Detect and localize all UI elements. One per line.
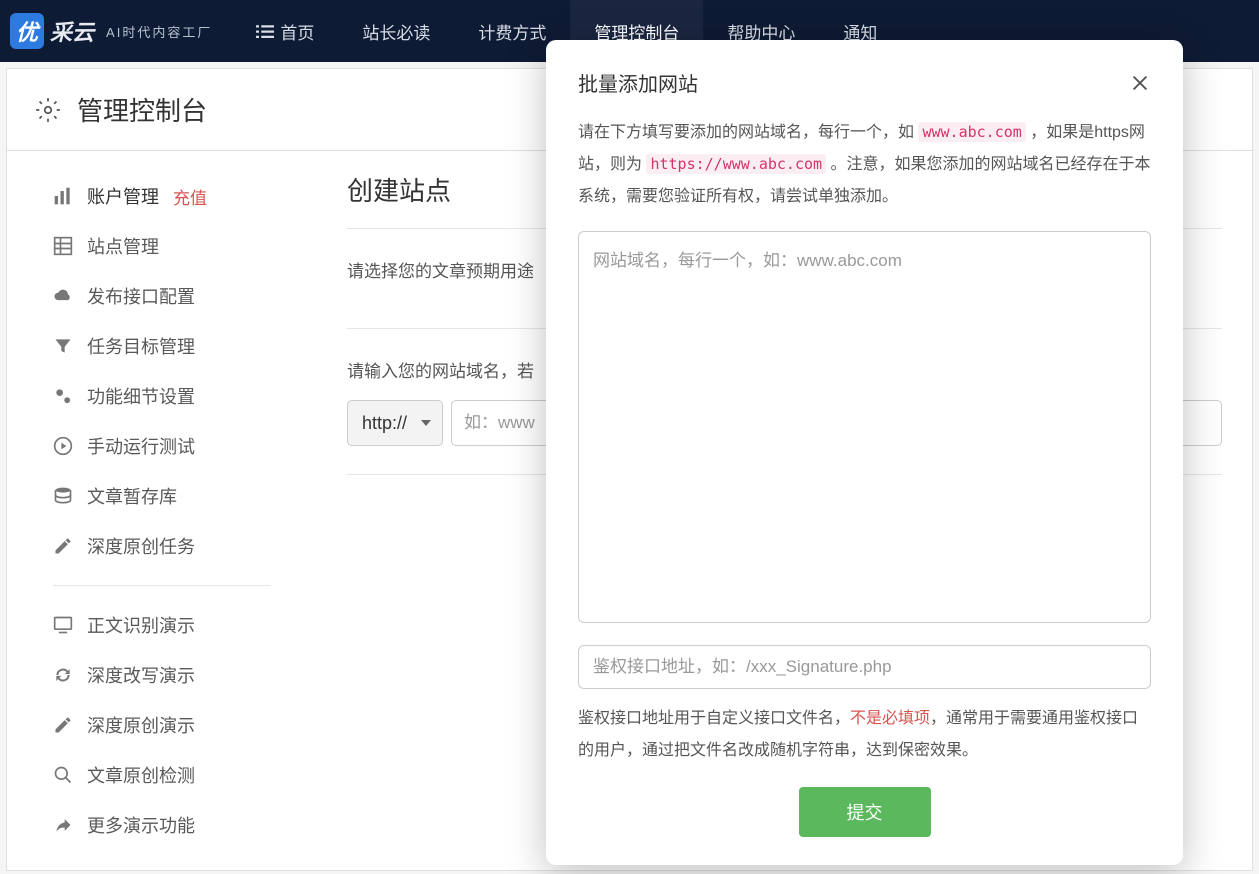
sidebar-label: 深度原创任务 [87, 533, 195, 559]
sidebar-label: 手动运行测试 [87, 433, 195, 459]
sidebar-label: 任务目标管理 [87, 333, 195, 359]
nav-label: 首页 [280, 19, 314, 44]
sidebar-item-publish[interactable]: 发布接口配置 [7, 271, 317, 321]
sidebar-item-tasks[interactable]: 任务目标管理 [7, 321, 317, 371]
panel-title: 管理控制台 [77, 91, 207, 128]
nav-label: 站长必读 [362, 19, 430, 44]
search-icon [53, 765, 73, 785]
sidebar-item-deep[interactable]: 深度原创任务 [7, 521, 317, 571]
sidebar-label: 账户管理 [87, 183, 159, 209]
gear-icon [35, 97, 61, 123]
refresh-icon [53, 665, 73, 685]
cogs-icon [53, 386, 73, 406]
filter-icon [53, 336, 73, 356]
sidebar-label: 文章暂存库 [87, 483, 177, 509]
example-https-code: https://www.abc.com [646, 154, 826, 174]
cloud-icon [53, 286, 73, 306]
sidebar-label: 正文识别演示 [87, 612, 195, 638]
logo-text: 采云 [50, 15, 94, 47]
chart-icon [53, 186, 73, 206]
play-icon [53, 436, 73, 456]
nav-webmaster[interactable]: 站长必读 [338, 0, 454, 62]
sidebar-demo-detect[interactable]: 文章原创检测 [7, 750, 317, 800]
edit-icon [53, 536, 73, 556]
sidebar-demo-more[interactable]: 更多演示功能 [7, 800, 317, 850]
sidebar-demo-original[interactable]: 深度原创演示 [7, 700, 317, 750]
sidebar: 账户管理 充值 站点管理 发布接口配置 任务目标管理 功能细节设置 手动运 [7, 151, 317, 870]
close-icon [1129, 72, 1151, 94]
sidebar-label: 深度改写演示 [87, 662, 195, 688]
nav-label: 计费方式 [478, 19, 546, 44]
list-icon [256, 24, 274, 38]
sidebar-demo-rewrite[interactable]: 深度改写演示 [7, 650, 317, 700]
sidebar-item-account[interactable]: 账户管理 充值 [7, 171, 317, 221]
sidebar-divider [53, 585, 271, 586]
sidebar-label: 文章原创检测 [87, 762, 195, 788]
nav-home[interactable]: 首页 [232, 0, 338, 62]
sidebar-label: 深度原创演示 [87, 712, 195, 738]
sidebar-label: 站点管理 [87, 233, 159, 259]
sidebar-label: 发布接口配置 [87, 283, 195, 309]
sidebar-item-sites[interactable]: 站点管理 [7, 221, 317, 271]
sidebar-item-settings[interactable]: 功能细节设置 [7, 371, 317, 421]
optional-note: 不是必填项 [850, 710, 930, 727]
domains-textarea[interactable] [578, 231, 1151, 623]
sidebar-item-storage[interactable]: 文章暂存库 [7, 471, 317, 521]
auth-url-input[interactable] [578, 645, 1151, 689]
modal-note: 鉴权接口地址用于自定义接口文件名，不是必填项，通常用于需要通用鉴权接口的用户，通… [578, 703, 1151, 767]
modal-title: 批量添加网站 [578, 68, 698, 97]
logo-badge: 优 [10, 13, 44, 49]
example-domain-code: www.abc.com [918, 122, 1025, 142]
sidebar-item-manual[interactable]: 手动运行测试 [7, 421, 317, 471]
database-icon [53, 486, 73, 506]
share-icon [53, 815, 73, 835]
close-button[interactable] [1129, 72, 1151, 94]
batch-add-modal: 批量添加网站 请在下方填写要添加的网站域名，每行一个，如 www.abc.com… [546, 40, 1183, 865]
sidebar-label: 功能细节设置 [87, 383, 195, 409]
submit-button[interactable]: 提交 [799, 787, 931, 837]
monitor-icon [53, 615, 73, 635]
logo-subtitle: AI时代内容工厂 [106, 22, 212, 41]
sidebar-label: 更多演示功能 [87, 812, 195, 838]
logo[interactable]: 优 采云 AI时代内容工厂 [10, 13, 212, 49]
protocol-select[interactable]: http:// [347, 400, 443, 446]
grid-icon [53, 236, 73, 256]
modal-description: 请在下方填写要添加的网站域名，每行一个，如 www.abc.com ，如果是ht… [578, 117, 1151, 213]
recharge-badge: 充值 [173, 184, 207, 209]
sidebar-demo-recognize[interactable]: 正文识别演示 [7, 600, 317, 650]
edit-icon [53, 715, 73, 735]
